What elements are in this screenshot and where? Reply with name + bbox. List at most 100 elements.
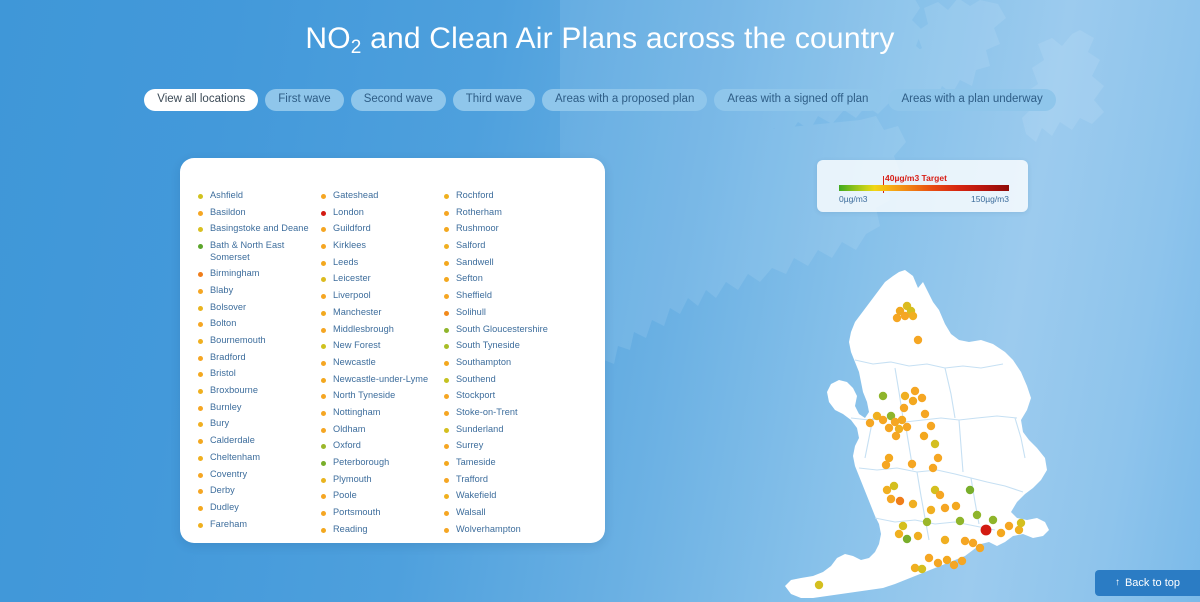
map-location-marker[interactable] — [898, 521, 908, 531]
location-list-item[interactable]: Gateshead — [321, 190, 444, 202]
location-list-item[interactable]: Sheffield — [444, 290, 579, 302]
map-location-marker[interactable] — [889, 481, 899, 491]
filter-tab[interactable]: View all locations — [144, 89, 259, 111]
location-list-item[interactable]: Calderdale — [198, 435, 321, 447]
location-list-item[interactable]: Portsmouth — [321, 507, 444, 519]
location-list-item[interactable]: Rochford — [444, 190, 579, 202]
location-list-item[interactable]: Cheltenham — [198, 452, 321, 464]
location-list-item[interactable]: Fareham — [198, 519, 321, 531]
location-list-item[interactable]: Leicester — [321, 273, 444, 285]
map-location-marker[interactable] — [881, 460, 891, 470]
location-list-item[interactable]: New Forest — [321, 340, 444, 352]
location-list-item[interactable]: Bristol — [198, 368, 321, 380]
map-location-marker[interactable] — [926, 505, 936, 515]
location-list-item[interactable]: Burnley — [198, 402, 321, 414]
map-location-marker[interactable] — [908, 396, 918, 406]
location-list-item[interactable]: Bournemouth — [198, 335, 321, 347]
location-list-item[interactable]: Bath & North East Somerset — [198, 240, 321, 263]
location-list-item[interactable]: Wakefield — [444, 490, 579, 502]
map-location-marker[interactable] — [988, 515, 998, 525]
location-list-item[interactable]: Wolverhampton — [444, 524, 579, 536]
map-location-marker[interactable] — [965, 485, 975, 495]
filter-tab[interactable]: Areas with a proposed plan — [541, 89, 708, 111]
location-list-item[interactable]: Sunderland — [444, 424, 579, 436]
location-list-item[interactable]: Plymouth — [321, 474, 444, 486]
location-list-item[interactable]: Basingstoke and Deane — [198, 223, 321, 235]
map-location-marker[interactable] — [951, 501, 961, 511]
location-list-item[interactable]: Bradford — [198, 352, 321, 364]
map-location-marker[interactable] — [902, 422, 912, 432]
filter-tab[interactable]: Areas with a signed off plan — [714, 89, 882, 111]
map-location-marker[interactable] — [900, 311, 910, 321]
map-location-marker[interactable] — [919, 431, 929, 441]
map-location-marker[interactable] — [910, 386, 920, 396]
location-list-item[interactable]: South Tyneside — [444, 340, 579, 352]
map-location-marker[interactable] — [1016, 518, 1026, 528]
location-list-item[interactable]: Oldham — [321, 424, 444, 436]
map-location-marker[interactable] — [924, 553, 934, 563]
map-location-marker[interactable] — [878, 391, 888, 401]
location-list-item[interactable]: Stockport — [444, 390, 579, 402]
location-list-item[interactable]: Oxford — [321, 440, 444, 452]
map-location-marker[interactable] — [940, 503, 950, 513]
map-location-marker[interactable] — [913, 531, 923, 541]
map-location-marker[interactable] — [933, 558, 943, 568]
location-list-item[interactable]: Nottingham — [321, 407, 444, 419]
location-list-item[interactable]: Guildford — [321, 223, 444, 235]
map-location-marker[interactable] — [886, 494, 896, 504]
location-list-item[interactable]: Ashfield — [198, 190, 321, 202]
map-location-marker[interactable] — [814, 580, 824, 590]
map-location-marker[interactable] — [891, 431, 901, 441]
location-list-item[interactable]: Broxbourne — [198, 385, 321, 397]
location-list-item[interactable]: Poole — [321, 490, 444, 502]
map-location-marker[interactable] — [897, 415, 907, 425]
map-location-marker[interactable] — [922, 517, 932, 527]
filter-tab[interactable]: Areas with a plan underway — [888, 89, 1056, 111]
map-location-marker[interactable] — [940, 535, 950, 545]
location-list-item[interactable]: London — [321, 207, 444, 219]
map-location-marker[interactable] — [935, 490, 945, 500]
map-location-marker[interactable] — [960, 536, 970, 546]
map-location-marker[interactable] — [975, 543, 985, 553]
location-list-item[interactable]: Newcastle-under-Lyme — [321, 374, 444, 386]
map-location-marker[interactable] — [996, 528, 1006, 538]
location-list-item[interactable]: Sandwell — [444, 257, 579, 269]
map-location-marker[interactable] — [930, 439, 940, 449]
location-list-item[interactable]: Peterborough — [321, 457, 444, 469]
map-location-marker[interactable] — [928, 463, 938, 473]
location-list-item[interactable]: Manchester — [321, 307, 444, 319]
map-location-marker[interactable] — [913, 335, 923, 345]
location-list-item[interactable]: Kirklees — [321, 240, 444, 252]
location-list-item[interactable]: Surrey — [444, 440, 579, 452]
map-location-marker[interactable] — [899, 403, 909, 413]
map-location-marker[interactable] — [892, 313, 902, 323]
location-list-item[interactable]: Southampton — [444, 357, 579, 369]
map-location-marker[interactable] — [894, 529, 904, 539]
map-location-marker[interactable] — [957, 556, 967, 566]
map-location-marker[interactable] — [917, 564, 927, 574]
map-location-marker[interactable] — [942, 555, 952, 565]
location-list-item[interactable]: Reading — [321, 524, 444, 536]
location-list-item[interactable]: Derby — [198, 485, 321, 497]
location-list-item[interactable]: Salford — [444, 240, 579, 252]
location-list-item[interactable]: Solihull — [444, 307, 579, 319]
location-list-item[interactable]: Trafford — [444, 474, 579, 486]
location-list-item[interactable]: Bury — [198, 418, 321, 430]
location-list-item[interactable]: Bolton — [198, 318, 321, 330]
location-list-item[interactable]: Coventry — [198, 469, 321, 481]
location-list-item[interactable]: Southend — [444, 374, 579, 386]
uk-map[interactable] — [755, 268, 1055, 602]
map-location-marker[interactable] — [908, 499, 918, 509]
map-location-marker[interactable] — [895, 496, 905, 506]
location-list-item[interactable]: Sefton — [444, 273, 579, 285]
map-location-marker[interactable] — [1004, 521, 1014, 531]
map-location-marker[interactable] — [968, 538, 978, 548]
map-location-marker[interactable] — [926, 421, 936, 431]
filter-tab[interactable]: Second wave — [350, 89, 446, 111]
location-list-item[interactable]: Tameside — [444, 457, 579, 469]
map-location-marker[interactable] — [884, 423, 894, 433]
map-location-marker[interactable] — [920, 409, 930, 419]
map-location-marker[interactable] — [933, 453, 943, 463]
location-list-item[interactable]: Bolsover — [198, 302, 321, 314]
map-location-marker[interactable] — [907, 459, 917, 469]
